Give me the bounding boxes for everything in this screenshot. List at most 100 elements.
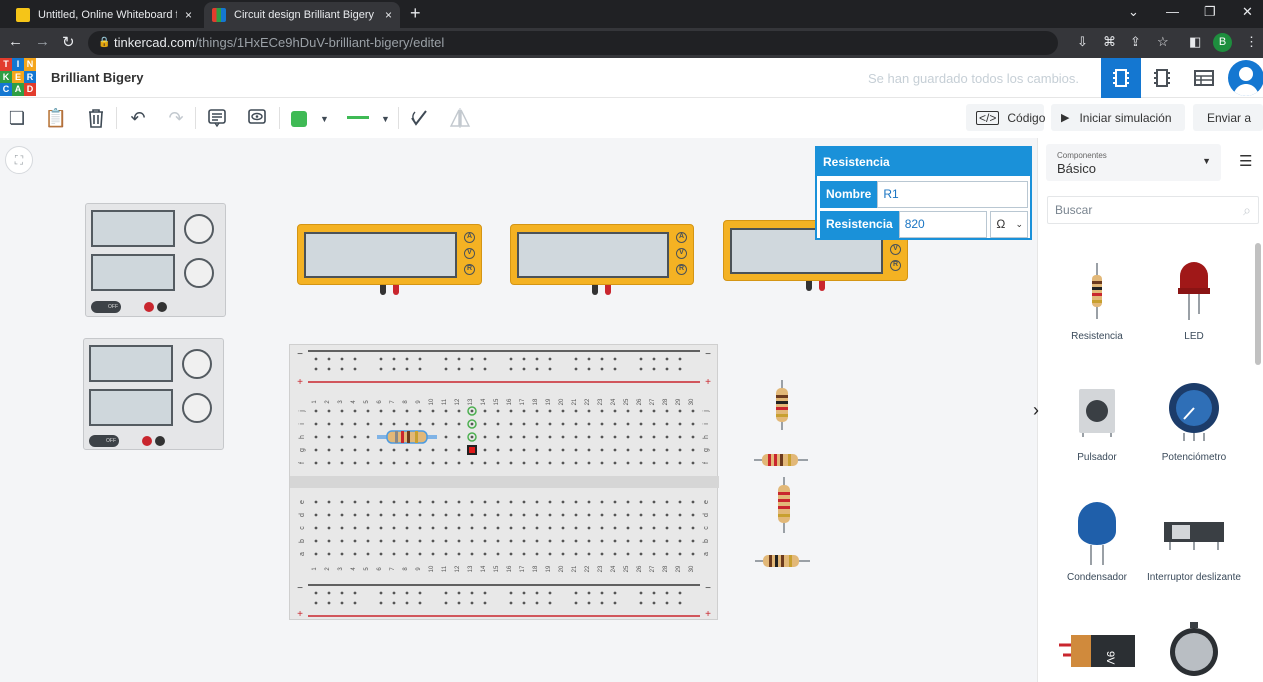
ohmmeter-mode-button[interactable]: R <box>676 264 687 275</box>
power-switch[interactable]: OFF <box>89 435 119 447</box>
fit-view-icon[interactable]: ⛶ <box>5 146 33 174</box>
multimeter-1[interactable]: A V R <box>297 224 482 285</box>
delete-icon[interactable] <box>83 105 109 131</box>
component-battery-9v[interactable]: 9V <box>1049 628 1145 674</box>
black-probe[interactable] <box>806 281 812 291</box>
component-resistor[interactable]: Resistencia <box>1049 256 1145 342</box>
ammeter-mode-button[interactable]: A <box>464 232 475 243</box>
breadboard-hole <box>353 513 357 517</box>
component-pushbutton[interactable]: Pulsador <box>1049 377 1145 463</box>
voltage-knob[interactable] <box>182 349 212 379</box>
url-input[interactable]: 🔒 tinkercad.com/things/1HxECe9hDuV-brill… <box>88 31 1058 55</box>
close-tab-icon[interactable]: × <box>385 8 392 22</box>
ammeter-mode-button[interactable]: A <box>676 232 687 243</box>
browser-tab-whiteboard[interactable]: Untitled, Online Whiteboard for \ × <box>8 2 200 28</box>
name-field[interactable]: R1 <box>877 181 1028 208</box>
side-panel-icon[interactable]: ◧ <box>1189 34 1201 50</box>
code-button[interactable]: </> Código <box>966 104 1045 131</box>
voltmeter-mode-button[interactable]: V <box>676 248 687 259</box>
breadboard-hole <box>665 461 669 465</box>
positive-terminal[interactable] <box>144 302 154 312</box>
breadboard-hole <box>600 513 604 517</box>
collapse-sidebar-icon[interactable]: › <box>1033 400 1039 421</box>
close-window-icon[interactable]: ✕ <box>1242 4 1253 20</box>
browser-menu-icon[interactable]: ⋮ <box>1245 34 1258 50</box>
red-probe[interactable] <box>393 285 399 295</box>
component-list-button[interactable] <box>1184 58 1224 98</box>
red-probe[interactable] <box>819 281 825 291</box>
back-icon[interactable]: ← <box>8 33 23 50</box>
component-search-input[interactable]: Buscar ⌕ <box>1047 196 1259 224</box>
flip-icon[interactable] <box>447 105 473 131</box>
restore-icon[interactable]: ❐ <box>1204 4 1216 20</box>
forward-icon[interactable]: → <box>35 33 50 50</box>
circuit-view-button[interactable] <box>1101 58 1141 98</box>
component-led[interactable]: LED <box>1146 256 1242 342</box>
user-avatar[interactable] <box>1228 60 1263 96</box>
ohmmeter-mode-button[interactable]: R <box>464 264 475 275</box>
unit-select[interactable]: Ω ⌄ <box>990 211 1028 238</box>
component-capacitor[interactable]: Condensador <box>1049 497 1145 583</box>
undo-icon[interactable]: ↶ <box>125 105 151 131</box>
voltmeter-mode-button[interactable]: V <box>464 248 475 259</box>
paste-icon[interactable]: 📋 <box>43 105 69 131</box>
negative-terminal[interactable] <box>155 436 165 446</box>
send-to-button[interactable]: Enviar a <box>1193 104 1263 131</box>
start-simulation-button[interactable]: ▶ Iniciar simulación <box>1051 104 1185 131</box>
new-tab-button[interactable]: + <box>410 3 421 24</box>
ohmmeter-mode-button[interactable]: R <box>890 260 901 271</box>
positive-terminal[interactable] <box>142 436 152 446</box>
copy-icon[interactable]: ❏ <box>4 105 30 131</box>
voltage-knob[interactable] <box>184 214 214 244</box>
color-dropdown-icon[interactable]: ▼ <box>320 114 329 124</box>
power-switch[interactable]: OFF <box>91 301 121 313</box>
list-view-icon[interactable]: ☰ <box>1239 152 1252 170</box>
tinkercad-logo[interactable]: T I N K E R C A D <box>0 58 36 96</box>
rail-hole <box>444 591 448 595</box>
voltmeter-mode-button[interactable]: V <box>890 244 901 255</box>
component-potentiometer[interactable]: Potenciómetro <box>1146 377 1242 463</box>
resistor-horizontal-1[interactable] <box>754 454 808 466</box>
components-dropdown[interactable]: Componentes Básico ▼ <box>1046 144 1221 181</box>
schematic-view-button[interactable] <box>1142 58 1182 98</box>
resistance-field[interactable]: 820 <box>898 211 988 238</box>
power-supply-2[interactable]: OFF <box>83 338 224 450</box>
profile-avatar[interactable]: B <box>1213 33 1232 52</box>
project-name[interactable]: Brilliant Bigery <box>51 70 143 85</box>
multimeter-2[interactable]: A V R <box>510 224 694 285</box>
reload-icon[interactable]: ↻ <box>62 33 75 51</box>
wire-type-icon[interactable] <box>347 116 369 119</box>
color-swatch[interactable] <box>291 111 307 127</box>
resistor-vertical-1[interactable] <box>776 380 788 430</box>
notes-icon[interactable] <box>204 105 230 131</box>
share-icon[interactable]: ⇪ <box>1130 34 1141 50</box>
install-icon[interactable]: ⇩ <box>1077 34 1088 50</box>
negative-terminal[interactable] <box>157 302 167 312</box>
component-slide-switch[interactable]: Interruptor deslizante <box>1146 497 1242 584</box>
breadboard[interactable]: 1 1 2 2 3 3 4 4 5 5 6 6 7 7 8 8 9 9 10 10 11 11 12 12 13 13 14 14 15… <box>289 344 719 620</box>
minimize-icon[interactable]: — <box>1166 4 1179 19</box>
current-knob[interactable] <box>182 393 212 423</box>
rotate-icon[interactable] <box>406 105 432 131</box>
redo-icon[interactable]: ↷ <box>163 105 189 131</box>
translate-icon[interactable]: ⌘ <box>1103 34 1116 50</box>
search-icon: ⌕ <box>1243 202 1251 218</box>
red-probe[interactable] <box>605 285 611 295</box>
annotation-visibility-icon[interactable] <box>244 105 270 131</box>
power-supply-1[interactable]: OFF <box>85 203 226 317</box>
resistor-vertical-2[interactable] <box>778 477 790 533</box>
wire-type-dropdown-icon[interactable]: ▼ <box>381 114 390 124</box>
resistor-horizontal-2[interactable] <box>755 555 810 567</box>
black-probe[interactable] <box>380 285 386 295</box>
breadboard-hole <box>613 461 617 465</box>
component-coin-cell[interactable] <box>1146 622 1242 678</box>
close-tab-icon[interactable]: × <box>185 8 192 22</box>
breadboard-hole <box>665 409 669 413</box>
current-knob[interactable] <box>184 258 214 288</box>
properties-title: Resistencia <box>817 148 1030 176</box>
black-probe[interactable] <box>592 285 598 295</box>
tab-search-icon[interactable]: ⌄ <box>1128 4 1139 20</box>
bookmark-star-icon[interactable]: ☆ <box>1157 34 1169 50</box>
sidebar-scrollbar[interactable] <box>1255 243 1261 365</box>
browser-tab-circuit[interactable]: Circuit design Brilliant Bigery | Tir × <box>204 2 400 28</box>
